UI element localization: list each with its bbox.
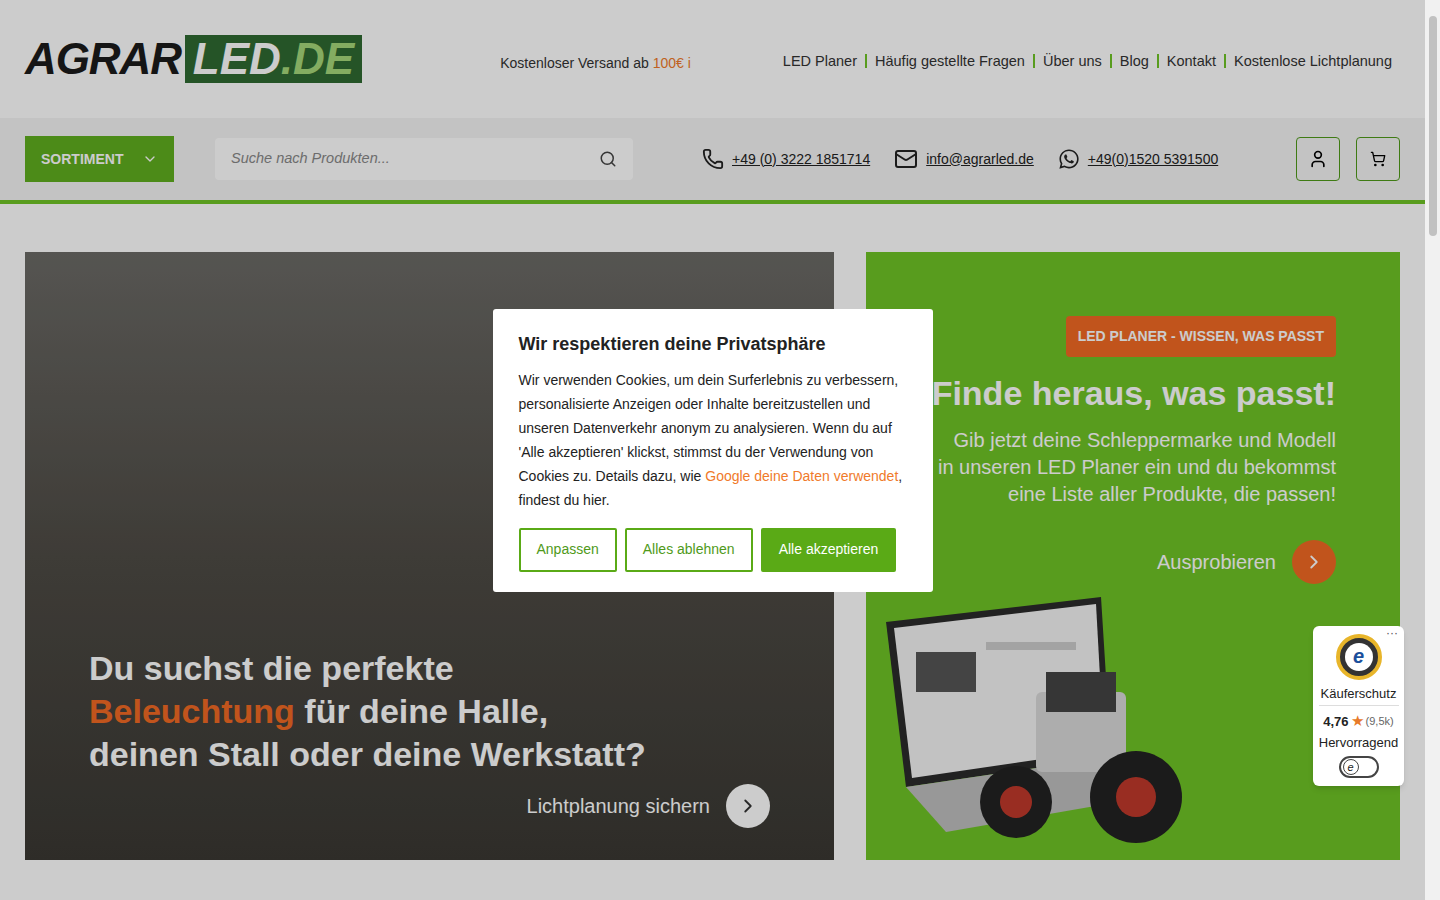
trust-toggle[interactable]: e xyxy=(1339,756,1379,778)
cookie-link[interactable]: Google deine Daten verwendet xyxy=(705,468,898,484)
trust-verdict: Hervorragend xyxy=(1319,733,1399,753)
trust-badge[interactable]: ··· e Käuferschutz 4,76★(9,5k)Hervorragend e xyxy=(1313,626,1404,786)
scrollbar[interactable] xyxy=(1425,0,1440,900)
cookie-button[interactable]: Alle akzeptieren xyxy=(761,528,897,572)
trust-seal-icon: e xyxy=(1336,634,1382,680)
trust-rating: 4,76★(9,5k) xyxy=(1323,710,1393,733)
trust-more[interactable]: ··· xyxy=(1386,624,1398,642)
page: AGRARLED.DEKostenloser Versand ab 100€ i… xyxy=(0,0,1440,900)
cookie-dialog: Wir respektieren deine Privatsphäre Wir v… xyxy=(493,309,933,592)
trust-label: Käuferschutz xyxy=(1318,686,1400,701)
cookie-title: Wir respektieren deine Privatsphäre xyxy=(519,331,907,358)
cookie-button[interactable]: Alles ablehnen xyxy=(625,528,753,572)
cookie-text: Wir verwenden Cookies, um dein Surferleb… xyxy=(519,368,907,512)
cookie-button[interactable]: Anpassen xyxy=(519,528,617,572)
cookie-overlay: Wir respektieren deine Privatsphäre Wir v… xyxy=(0,0,1425,900)
